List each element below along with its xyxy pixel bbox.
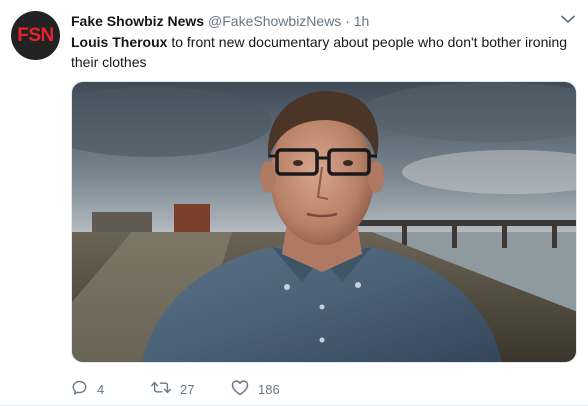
reply-icon	[71, 379, 88, 399]
retweet-button[interactable]: 27	[151, 379, 231, 399]
avatar[interactable]: FSN	[11, 11, 60, 60]
tweet-actions: 4 27 186	[71, 378, 311, 400]
avatar-logo: FSN	[17, 25, 54, 46]
timestamp[interactable]: 1h	[354, 13, 370, 29]
reply-button[interactable]: 4	[71, 379, 151, 399]
photo-image	[72, 82, 576, 362]
display-name[interactable]: Fake Showbiz News	[71, 13, 204, 29]
tweet-header: Fake Showbiz News @FakeShowbizNews · 1h	[71, 12, 552, 30]
tweet-subject: Louis Theroux	[71, 34, 168, 50]
user-handle[interactable]: @FakeShowbizNews	[208, 13, 341, 29]
tweet[interactable]: FSN Fake Showbiz News @FakeShowbizNews · …	[0, 0, 588, 406]
reply-count: 4	[97, 381, 105, 397]
tweet-photo[interactable]	[71, 81, 577, 363]
heart-icon	[231, 379, 249, 399]
separator-dot: ·	[345, 13, 350, 29]
like-button[interactable]: 186	[231, 379, 311, 399]
more-options-button[interactable]	[558, 10, 578, 30]
chevron-down-icon	[561, 11, 575, 29]
like-count: 186	[258, 381, 280, 397]
retweet-icon	[151, 379, 171, 399]
tweet-text: Louis Theroux to front new documentary a…	[71, 32, 576, 72]
retweet-count: 27	[180, 381, 195, 397]
